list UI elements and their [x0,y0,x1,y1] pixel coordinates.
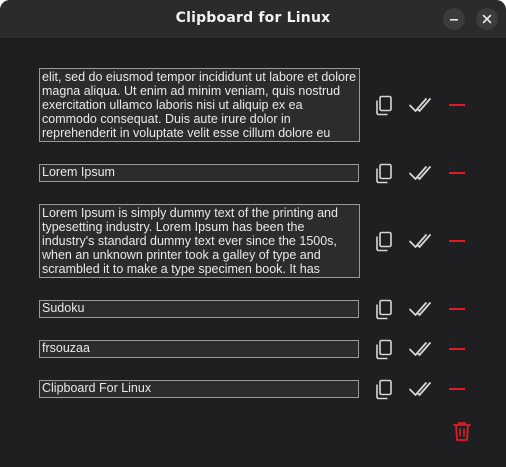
check-icon[interactable] [408,297,432,321]
minus-icon[interactable] [445,297,469,321]
minus-icon[interactable] [445,229,469,253]
copy-icon[interactable] [372,297,396,321]
app-window: Clipboard for Linux elit, sed do eiusmod… [0,0,506,467]
trash-icon[interactable] [450,419,474,443]
check-icon[interactable] [408,161,432,185]
copy-icon[interactable] [372,93,396,117]
minus-icon[interactable] [445,161,469,185]
entry-text-area[interactable]: elit, sed do eiusmod tempor incididunt u… [39,68,360,142]
window-title: Clipboard for Linux [175,10,331,26]
minus-icon[interactable] [445,377,469,401]
check-icon[interactable] [408,337,432,361]
close-icon [482,14,492,24]
check-icon[interactable] [408,229,432,253]
copy-icon[interactable] [372,161,396,185]
copy-icon[interactable] [372,337,396,361]
minus-icon[interactable] [445,93,469,117]
check-icon[interactable] [408,93,432,117]
minus-icon[interactable] [445,337,469,361]
entry-text-field[interactable]: frsouzaa [39,340,359,358]
entry-text-field[interactable]: Lorem Ipsum [39,164,359,182]
entry-text-field[interactable]: Clipboard For Linux [39,380,359,398]
check-icon[interactable] [408,377,432,401]
title-bar[interactable]: Clipboard for Linux [0,0,506,39]
entry-text-area[interactable]: Lorem Ipsum is simply dummy text of the … [39,204,360,278]
minimize-icon [450,19,458,21]
copy-icon[interactable] [372,377,396,401]
copy-icon[interactable] [372,229,396,253]
entry-text-field[interactable]: Sudoku [39,300,359,318]
close-button[interactable] [476,8,498,30]
minimize-button[interactable] [443,8,465,30]
